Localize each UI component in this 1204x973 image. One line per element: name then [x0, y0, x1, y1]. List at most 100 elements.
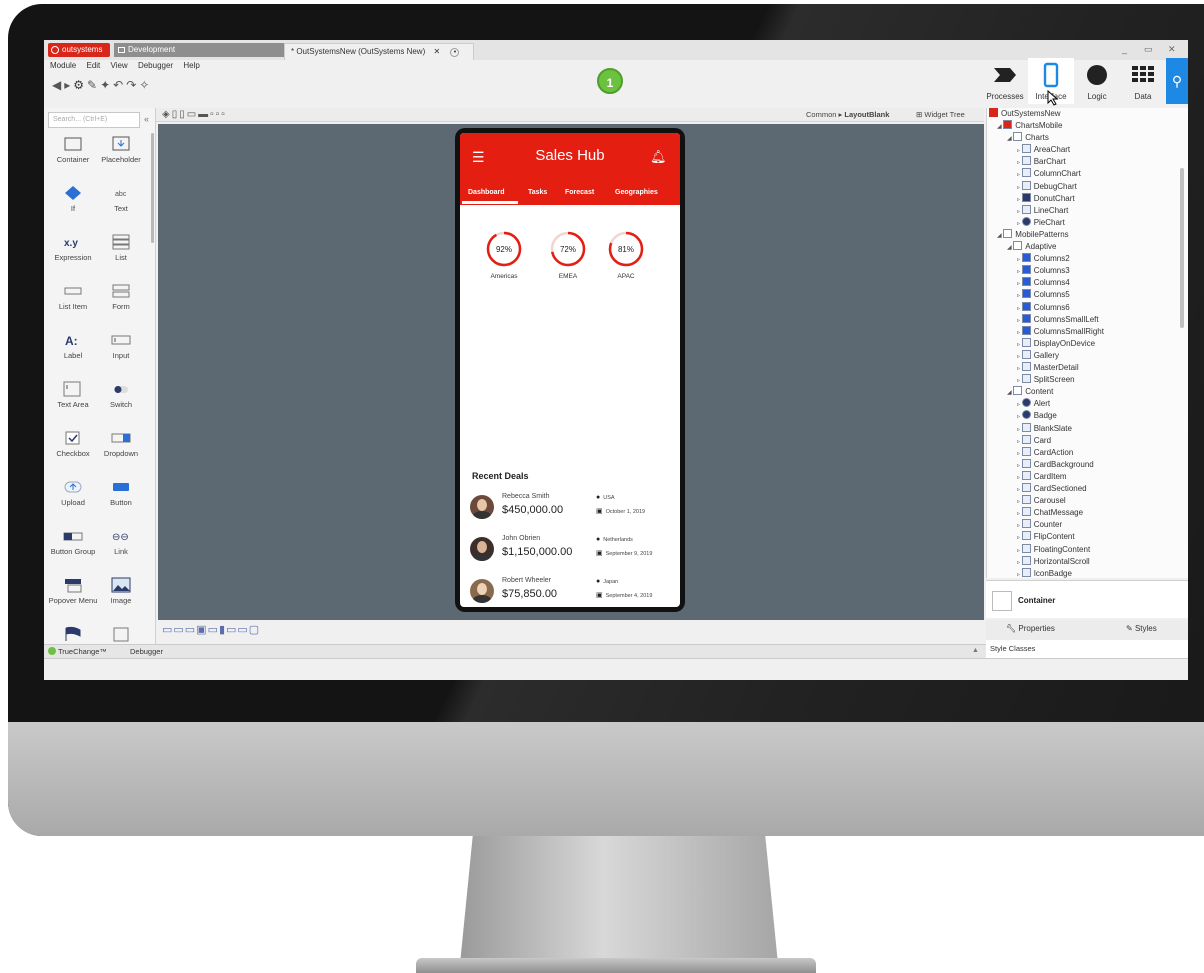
- tree-item-columnssmallleft[interactable]: ▹ ColumnsSmallLeft: [1017, 313, 1099, 326]
- tree-item-content[interactable]: ◢ Content: [1007, 386, 1053, 398]
- tree-item-iconbadge[interactable]: ▹ IconBadge: [1017, 567, 1072, 578]
- menu-view[interactable]: View: [111, 61, 128, 70]
- tree-item-mobilepatterns[interactable]: ◢ MobilePatterns: [997, 228, 1069, 241]
- tree-item-cardbackground[interactable]: ▹ CardBackground: [1017, 458, 1094, 471]
- widget-placeholder[interactable]: Placeholder: [96, 136, 146, 164]
- tree-item-columns5[interactable]: ▹ Columns5: [1017, 289, 1070, 301]
- tree-item-columns6[interactable]: ▹ Columns6: [1017, 301, 1070, 314]
- environment-tab[interactable]: Development: [114, 43, 284, 57]
- widget-button[interactable]: Button: [96, 479, 146, 507]
- app-tab-dashboard[interactable]: Dashboard: [468, 189, 505, 196]
- menu-edit[interactable]: Edit: [86, 61, 100, 70]
- widget-popover-menu[interactable]: Popover Menu: [48, 577, 98, 605]
- tab-logic[interactable]: Logic: [1074, 58, 1120, 104]
- tree-item-displayondevice[interactable]: ▹ DisplayOnDevice: [1017, 337, 1095, 350]
- tree-item-linechart[interactable]: ▹ LineChart: [1017, 204, 1068, 217]
- tree-item-flipcontent[interactable]: ▹ FlipContent: [1017, 531, 1075, 543]
- tree-item-donutchart[interactable]: ▹ DonutChart: [1017, 192, 1075, 205]
- tree-item-floatingcontent[interactable]: ▹ FloatingContent: [1017, 543, 1090, 556]
- collapsed-arrow-icon[interactable]: ▹: [1017, 402, 1022, 408]
- widget-list[interactable]: List: [96, 234, 146, 262]
- tree-item-adaptive[interactable]: ◢ Adaptive: [1007, 241, 1056, 253]
- restore-icon[interactable]: ▭: [1144, 44, 1153, 55]
- publish-button[interactable]: 1: [597, 68, 623, 94]
- widget-list-item[interactable]: List Item: [48, 283, 98, 311]
- menu-help[interactable]: Help: [183, 61, 199, 70]
- menu-module[interactable]: Module: [50, 61, 76, 70]
- add-tab-icon[interactable]: •: [450, 48, 460, 57]
- notification-bell-icon[interactable]: 🔔︎: [650, 149, 667, 165]
- deal-item[interactable]: Rebecca Smith $450,000.00 ● USA ▣ October 1, …: [470, 491, 675, 527]
- widget-dropdown[interactable]: Dropdown: [96, 430, 146, 458]
- tree-item-gallery[interactable]: ▹ Gallery: [1017, 349, 1059, 362]
- close-window-icon[interactable]: ✕: [1168, 44, 1176, 55]
- breadcrumb-current[interactable]: LayoutBlank: [844, 110, 889, 119]
- settings-gear-icon[interactable]: ⚙: [73, 78, 87, 92]
- tree-item-debugchart[interactable]: ▹ DebugChart: [1017, 180, 1077, 193]
- tree-item-cardaction[interactable]: ▹ CardAction: [1017, 446, 1073, 459]
- app-tab-tasks[interactable]: Tasks: [528, 189, 547, 196]
- tree-item-chatmessage[interactable]: ▹ ChatMessage: [1017, 507, 1083, 519]
- collapse-panel-icon[interactable]: «: [144, 114, 149, 124]
- tree-item-masterdetail[interactable]: ▹ MasterDetail: [1017, 362, 1079, 374]
- widget-input[interactable]: Input: [96, 332, 146, 360]
- tree-item-carditem[interactable]: ▹ CardItem: [1017, 470, 1067, 483]
- tree-item-piechart[interactable]: ▹ PieChart: [1017, 216, 1065, 229]
- toolbox-scrollbar[interactable]: [151, 133, 154, 243]
- widget-text[interactable]: abc Text: [96, 185, 146, 213]
- debugger-tab[interactable]: Debugger: [130, 647, 163, 656]
- collapsed-arrow-icon[interactable]: ▹: [1017, 414, 1022, 420]
- toolbox-search-input[interactable]: Search... (Ctrl+E): [48, 112, 140, 128]
- tree-item-card[interactable]: ▹ Card: [1017, 434, 1051, 447]
- module-tab[interactable]: * OutSystemsNew (OutSystems New) ✕ •: [284, 43, 474, 60]
- screen-size-icons[interactable]: ▭▭▭▣▭▮▭▭▢: [162, 623, 260, 636]
- widget-button-group[interactable]: Button Group: [48, 528, 98, 556]
- widget-expression[interactable]: x.y Expression: [48, 234, 98, 262]
- tab-data[interactable]: Data: [1120, 58, 1166, 104]
- widget-checkbox[interactable]: Checkbox: [48, 430, 98, 458]
- tree-item-blankslate[interactable]: ▹ BlankSlate: [1017, 422, 1072, 435]
- widget-tree-button[interactable]: ⊞ Widget Tree: [916, 110, 965, 119]
- widget-switch[interactable]: Switch: [96, 381, 146, 409]
- breadcrumb-root[interactable]: Common: [806, 110, 836, 119]
- tree-item-columnchart[interactable]: ▹ ColumnChart: [1017, 168, 1081, 180]
- tree-item-columns4[interactable]: ▹ Columns4: [1017, 277, 1070, 289]
- block-widget-icon[interactable]: [111, 626, 131, 642]
- tree-item-columnssmallright[interactable]: ▹ ColumnsSmallRight: [1017, 325, 1104, 338]
- tree-item-badge[interactable]: ▹ Badge: [1017, 410, 1057, 422]
- redo-icon[interactable]: ↷: [126, 78, 139, 92]
- widget-label[interactable]: A: Label: [48, 332, 98, 360]
- tab-processes[interactable]: Processes: [982, 58, 1028, 104]
- tree-item-areachart[interactable]: ▹ AreaChart: [1017, 144, 1070, 156]
- widget-text-area[interactable]: Text Area: [48, 381, 98, 409]
- deal-item[interactable]: John Obrien $1,150,000.00 ● Netherlands ▣ Sep…: [470, 533, 675, 569]
- brand-tab[interactable]: outsystems: [48, 43, 110, 57]
- undo-icon[interactable]: ↶: [113, 78, 126, 92]
- tree-item-barchart[interactable]: ▹ BarChart: [1017, 156, 1066, 168]
- tree-item-alert[interactable]: ▹ Alert: [1017, 398, 1050, 410]
- forward-icon[interactable]: ▸: [64, 78, 73, 92]
- tree-item-columns2[interactable]: ▹ Columns2: [1017, 253, 1070, 265]
- tree-item-charts[interactable]: ◢ Charts: [1007, 132, 1049, 144]
- tree-item-horizontalscroll[interactable]: ▹ HorizontalScroll: [1017, 555, 1090, 568]
- widget-upload[interactable]: Upload: [48, 479, 98, 507]
- deal-item[interactable]: Robert Wheeler $75,850.00 ● Japan ▣ September…: [470, 575, 675, 607]
- device-preview-icons[interactable]: ◈▯▯▭▬▫▫▫: [162, 109, 227, 120]
- menu-debugger[interactable]: Debugger: [138, 61, 173, 70]
- app-tab-geographies[interactable]: Geographies: [615, 189, 658, 196]
- truechange-tab[interactable]: TrueChange™: [48, 647, 107, 656]
- tree-item-columns3[interactable]: ▹ Columns3: [1017, 265, 1070, 277]
- announce-icon[interactable]: ✧: [139, 78, 152, 92]
- expand-panel-icon[interactable]: ▲: [972, 647, 979, 654]
- breakpoint-icon[interactable]: ✦: [100, 78, 113, 92]
- widget-image[interactable]: Image: [96, 577, 146, 605]
- tab-properties[interactable]: 🔧︎ Properties: [1006, 624, 1055, 633]
- tab-styles[interactable]: ✎ Styles: [1126, 624, 1157, 633]
- widget-if[interactable]: If: [48, 185, 98, 213]
- tree-item-cardsectioned[interactable]: ▹ CardSectioned: [1017, 483, 1087, 495]
- tree-item-splitscreen[interactable]: ▹ SplitScreen: [1017, 374, 1075, 386]
- widget-container[interactable]: Container: [48, 136, 98, 164]
- tree-scrollbar[interactable]: [1180, 168, 1184, 328]
- app-tab-forecast[interactable]: Forecast: [565, 189, 594, 196]
- back-icon[interactable]: ◀: [52, 78, 64, 92]
